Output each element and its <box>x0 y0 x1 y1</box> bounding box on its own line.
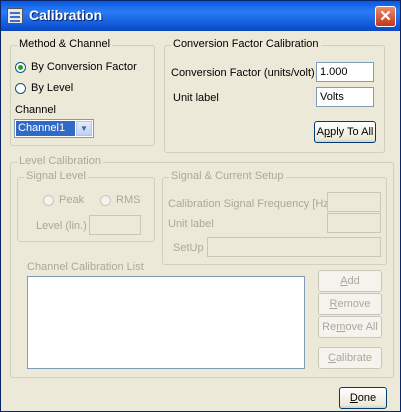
title-bar[interactable]: Calibration ✕ <box>1 1 400 31</box>
calibrate-accelerator: C <box>327 352 336 364</box>
channel-calibration-list[interactable] <box>27 276 305 369</box>
channel-select-value: Channel1 <box>16 121 75 136</box>
conversion-factor-input[interactable] <box>316 62 374 82</box>
radio-disabled-icon <box>100 194 111 206</box>
conversion-factor-group-label: Conversion Factor Calibration <box>171 38 321 50</box>
calibration-frequency-label: Calibration Signal Frequency [Hz] <box>168 198 332 210</box>
level-lin-input[interactable] <box>89 215 141 235</box>
remove-all-button[interactable]: Remove All <box>318 316 382 338</box>
channel-select[interactable]: Channel1 ▼ <box>14 119 94 138</box>
close-button[interactable]: ✕ <box>375 6 396 27</box>
window-title: Calibration <box>29 7 103 23</box>
unit-label-label: Unit label <box>173 92 219 104</box>
calibration-frequency-input[interactable] <box>327 192 381 212</box>
level-lin-label: Level (lin.) <box>36 220 87 232</box>
done-label-end: one <box>357 392 377 404</box>
method-channel-label: Method & Channel <box>17 38 113 50</box>
by-conversion-factor-label: By Conversion Factor <box>31 61 137 73</box>
close-icon: ✕ <box>379 8 392 25</box>
remove-all-label-end: ove All <box>345 321 378 333</box>
signal-unit-label-label: Unit label <box>168 218 214 230</box>
radio-checked-icon <box>15 61 26 73</box>
chevron-down-icon[interactable]: ▼ <box>76 121 92 136</box>
apply-to-all-label-start: A <box>316 126 324 138</box>
unit-label-input[interactable] <box>316 87 374 107</box>
by-level-radio[interactable]: By Level <box>15 82 73 94</box>
signal-unit-label-input[interactable] <box>327 213 381 233</box>
remove-label-end: emove <box>337 298 371 310</box>
calibration-app-icon <box>7 8 23 24</box>
calibrate-button[interactable]: Calibrate <box>318 347 382 369</box>
apply-to-all-button[interactable]: Apply To All <box>314 121 376 143</box>
add-accelerator: A <box>340 275 348 287</box>
apply-to-all-label-end: ply To All <box>330 126 374 138</box>
by-level-label: By Level <box>31 82 74 94</box>
setup-label: SetUp <box>173 242 204 254</box>
add-button[interactable]: Add <box>318 270 382 292</box>
remove-button[interactable]: Remove <box>318 293 382 315</box>
setup-input[interactable] <box>207 237 381 257</box>
radio-unchecked-icon <box>15 82 26 94</box>
done-button[interactable]: Done <box>339 387 387 409</box>
rms-label: RMS <box>116 194 141 206</box>
calibration-window: Calibration ✕ Method & Channel By Conver… <box>0 0 401 412</box>
peak-label: Peak <box>59 194 85 206</box>
channel-label: Channel <box>15 104 56 116</box>
level-calibration-label: Level Calibration <box>17 155 103 167</box>
signal-current-setup-label: Signal & Current Setup <box>169 170 286 182</box>
done-accelerator: D <box>349 392 358 404</box>
remove-all-label-start: Re <box>322 321 337 333</box>
calibrate-label-end: alibrate <box>335 352 373 364</box>
channel-calibration-list-label: Channel Calibration List <box>27 261 144 273</box>
by-conversion-factor-radio[interactable]: By Conversion Factor <box>15 61 137 73</box>
rms-radio[interactable]: RMS <box>100 194 140 206</box>
peak-radio[interactable]: Peak <box>43 194 84 206</box>
conversion-factor-label: Conversion Factor (units/volt) <box>171 67 315 79</box>
add-label-end: dd <box>347 275 360 287</box>
signal-level-label: Signal Level <box>24 170 88 182</box>
radio-disabled-icon <box>43 194 54 206</box>
